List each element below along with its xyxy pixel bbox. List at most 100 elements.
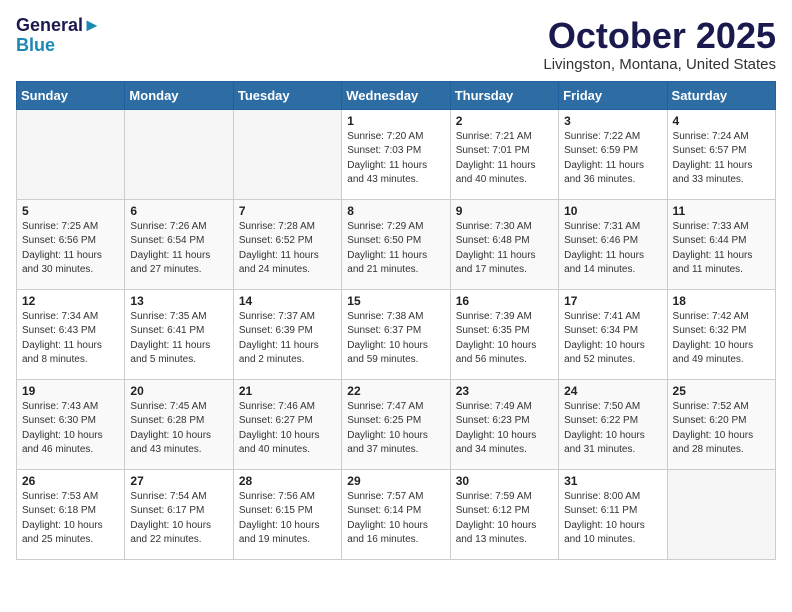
calendar-cell: 20 Sunrise: 7:45 AMSunset: 6:28 PMDayligh… <box>125 379 233 469</box>
calendar-cell: 3Sunrise: 7:22 AMSunset: 6:59 PMDaylight… <box>559 109 667 199</box>
day-info: Sunrise: 7:30 AMSunset: 6:48 PMDaylight:… <box>456 220 553 278</box>
calendar-cell: 7 Sunrise: 7:28 AMSunset: 6:52 PMDaylight… <box>233 199 341 289</box>
day-info: Sunrise: 7:38 AMSunset: 6:37 PMDaylight:… <box>347 310 444 368</box>
calendar-cell: 23Sunrise: 7:49 AMSunset: 6:23 PMDayligh… <box>450 379 558 469</box>
day-number: 2 <box>456 114 553 128</box>
day-number: 22 <box>347 384 444 398</box>
day-number: 18 <box>673 294 770 308</box>
day-info: Sunrise: 7:53 AMSunset: 6:18 PMDaylight:… <box>22 490 119 548</box>
day-number: 31 <box>564 474 661 488</box>
day-number: 25 <box>673 384 770 398</box>
calendar-title: October 2025 <box>543 16 776 56</box>
calendar-cell: 16 Sunrise: 7:39 AMSunset: 6:35 PMDayligh… <box>450 289 558 379</box>
day-header-friday: Friday <box>559 81 667 109</box>
day-number: 27 <box>130 474 227 488</box>
calendar-cell: 1Sunrise: 7:20 AMSunset: 7:03 PMDaylight… <box>342 109 450 199</box>
day-info: Sunrise: 7:47 AMSunset: 6:25 PMDaylight:… <box>347 400 444 458</box>
day-header-thursday: Thursday <box>450 81 558 109</box>
day-info: Sunrise: 7:29 AMSunset: 6:50 PMDaylight:… <box>347 220 444 278</box>
logo: General►Blue <box>16 16 101 56</box>
day-info: Sunrise: 7:45 AMSunset: 6:28 PMDaylight:… <box>130 400 227 458</box>
day-number: 21 <box>239 384 336 398</box>
calendar-cell: 4 Sunrise: 7:24 AMSunset: 6:57 PMDaylight… <box>667 109 775 199</box>
calendar-cell <box>17 109 125 199</box>
day-number: 19 <box>22 384 119 398</box>
calendar-cell: 14 Sunrise: 7:37 AMSunset: 6:39 PMDayligh… <box>233 289 341 379</box>
day-number: 3 <box>564 114 661 128</box>
calendar-week-1: 1Sunrise: 7:20 AMSunset: 7:03 PMDaylight… <box>17 109 776 199</box>
calendar-cell: 25 Sunrise: 7:52 AMSunset: 6:20 PMDayligh… <box>667 379 775 469</box>
day-number: 17 <box>564 294 661 308</box>
day-number: 14 <box>239 294 336 308</box>
day-info: Sunrise: 7:24 AMSunset: 6:57 PMDaylight:… <box>673 130 770 188</box>
calendar-week-5: 26 Sunrise: 7:53 AMSunset: 6:18 PMDayligh… <box>17 469 776 559</box>
calendar-cell: 17 Sunrise: 7:41 AMSunset: 6:34 PMDayligh… <box>559 289 667 379</box>
day-number: 5 <box>22 204 119 218</box>
calendar-cell: 19Sunrise: 7:43 AMSunset: 6:30 PMDayligh… <box>17 379 125 469</box>
day-info: Sunrise: 7:26 AMSunset: 6:54 PMDaylight:… <box>130 220 227 278</box>
calendar-week-2: 5 Sunrise: 7:25 AMSunset: 6:56 PMDaylight… <box>17 199 776 289</box>
page-header: General►Blue October 2025 Livingston, Mo… <box>16 16 776 73</box>
day-number: 20 <box>130 384 227 398</box>
day-info: Sunrise: 7:34 AMSunset: 6:43 PMDaylight:… <box>22 310 119 368</box>
day-header-sunday: Sunday <box>17 81 125 109</box>
calendar-cell: 6Sunrise: 7:26 AMSunset: 6:54 PMDaylight… <box>125 199 233 289</box>
day-info: Sunrise: 7:21 AMSunset: 7:01 PMDaylight:… <box>456 130 553 188</box>
day-info: Sunrise: 7:56 AMSunset: 6:15 PMDaylight:… <box>239 490 336 548</box>
day-info: Sunrise: 7:39 AMSunset: 6:35 PMDaylight:… <box>456 310 553 368</box>
calendar-week-3: 12 Sunrise: 7:34 AMSunset: 6:43 PMDayligh… <box>17 289 776 379</box>
day-number: 29 <box>347 474 444 488</box>
day-number: 4 <box>673 114 770 128</box>
calendar-cell: 11Sunrise: 7:33 AMSunset: 6:44 PMDayligh… <box>667 199 775 289</box>
title-block: October 2025 Livingston, Montana, United… <box>543 16 776 73</box>
day-info: Sunrise: 7:20 AMSunset: 7:03 PMDaylight:… <box>347 130 444 188</box>
day-info: Sunrise: 7:41 AMSunset: 6:34 PMDaylight:… <box>564 310 661 368</box>
calendar-cell: 9 Sunrise: 7:30 AMSunset: 6:48 PMDaylight… <box>450 199 558 289</box>
calendar-cell: 12 Sunrise: 7:34 AMSunset: 6:43 PMDayligh… <box>17 289 125 379</box>
day-number: 9 <box>456 204 553 218</box>
day-info: Sunrise: 7:33 AMSunset: 6:44 PMDaylight:… <box>673 220 770 278</box>
calendar-cell: 18 Sunrise: 7:42 AMSunset: 6:32 PMDayligh… <box>667 289 775 379</box>
day-header-wednesday: Wednesday <box>342 81 450 109</box>
day-info: Sunrise: 7:37 AMSunset: 6:39 PMDaylight:… <box>239 310 336 368</box>
calendar-header-row: SundayMondayTuesdayWednesdayThursdayFrid… <box>17 81 776 109</box>
day-info: Sunrise: 7:42 AMSunset: 6:32 PMDaylight:… <box>673 310 770 368</box>
calendar-cell <box>125 109 233 199</box>
calendar-cell: 31 Sunrise: 8:00 AMSunset: 6:11 PMDayligh… <box>559 469 667 559</box>
calendar-cell: 29Sunrise: 7:57 AMSunset: 6:14 PMDayligh… <box>342 469 450 559</box>
calendar-cell <box>667 469 775 559</box>
logo-text: General►Blue <box>16 16 101 56</box>
day-number: 8 <box>347 204 444 218</box>
calendar-cell: 27 Sunrise: 7:54 AMSunset: 6:17 PMDayligh… <box>125 469 233 559</box>
calendar-subtitle: Livingston, Montana, United States <box>543 56 776 73</box>
calendar-cell: 15 Sunrise: 7:38 AMSunset: 6:37 PMDayligh… <box>342 289 450 379</box>
day-info: Sunrise: 8:00 AMSunset: 6:11 PMDaylight:… <box>564 490 661 548</box>
day-number: 10 <box>564 204 661 218</box>
day-info: Sunrise: 7:25 AMSunset: 6:56 PMDaylight:… <box>22 220 119 278</box>
day-info: Sunrise: 7:28 AMSunset: 6:52 PMDaylight:… <box>239 220 336 278</box>
day-info: Sunrise: 7:50 AMSunset: 6:22 PMDaylight:… <box>564 400 661 458</box>
day-number: 16 <box>456 294 553 308</box>
calendar-table: SundayMondayTuesdayWednesdayThursdayFrid… <box>16 81 776 560</box>
calendar-cell: 13Sunrise: 7:35 AMSunset: 6:41 PMDayligh… <box>125 289 233 379</box>
day-info: Sunrise: 7:54 AMSunset: 6:17 PMDaylight:… <box>130 490 227 548</box>
calendar-cell: 26 Sunrise: 7:53 AMSunset: 6:18 PMDayligh… <box>17 469 125 559</box>
calendar-cell: 10Sunrise: 7:31 AMSunset: 6:46 PMDayligh… <box>559 199 667 289</box>
calendar-cell: 24Sunrise: 7:50 AMSunset: 6:22 PMDayligh… <box>559 379 667 469</box>
day-number: 13 <box>130 294 227 308</box>
day-number: 30 <box>456 474 553 488</box>
day-header-tuesday: Tuesday <box>233 81 341 109</box>
calendar-cell: 22 Sunrise: 7:47 AMSunset: 6:25 PMDayligh… <box>342 379 450 469</box>
day-number: 26 <box>22 474 119 488</box>
calendar-cell: 2 Sunrise: 7:21 AMSunset: 7:01 PMDaylight… <box>450 109 558 199</box>
day-number: 15 <box>347 294 444 308</box>
calendar-cell: 30 Sunrise: 7:59 AMSunset: 6:12 PMDayligh… <box>450 469 558 559</box>
day-info: Sunrise: 7:52 AMSunset: 6:20 PMDaylight:… <box>673 400 770 458</box>
day-number: 7 <box>239 204 336 218</box>
calendar-cell: 5 Sunrise: 7:25 AMSunset: 6:56 PMDaylight… <box>17 199 125 289</box>
day-number: 12 <box>22 294 119 308</box>
day-header-monday: Monday <box>125 81 233 109</box>
calendar-cell: 8 Sunrise: 7:29 AMSunset: 6:50 PMDaylight… <box>342 199 450 289</box>
calendar-week-4: 19Sunrise: 7:43 AMSunset: 6:30 PMDayligh… <box>17 379 776 469</box>
day-info: Sunrise: 7:59 AMSunset: 6:12 PMDaylight:… <box>456 490 553 548</box>
